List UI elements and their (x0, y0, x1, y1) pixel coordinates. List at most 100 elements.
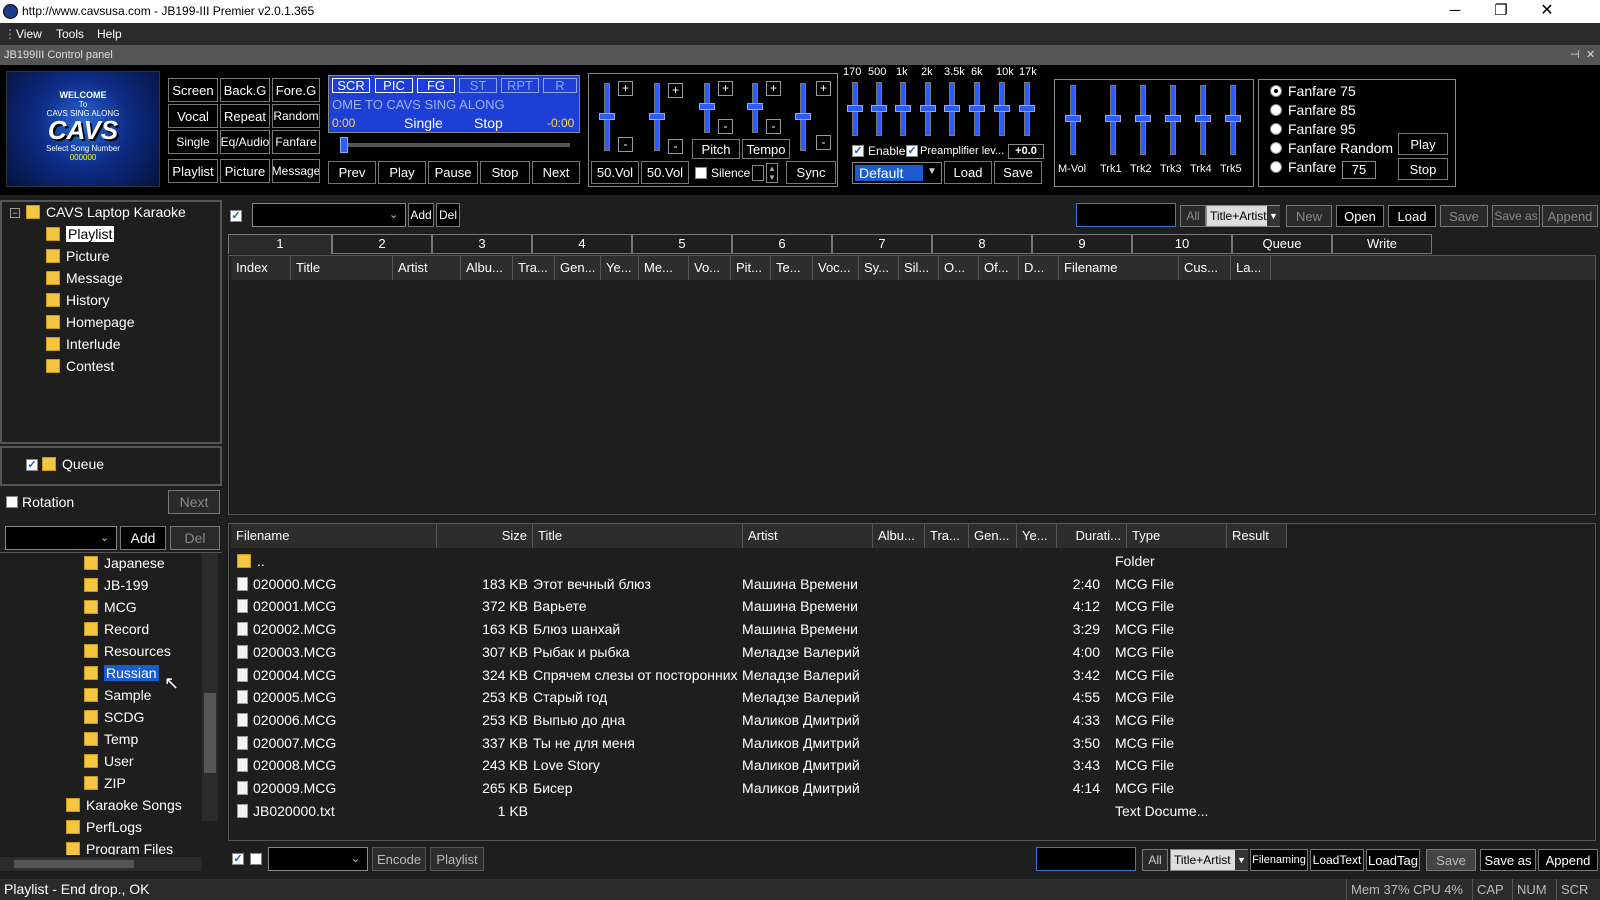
folder-perflogs[interactable]: PerfLogs (66, 819, 142, 835)
vol2-minus[interactable]: - (668, 139, 683, 154)
tree-root[interactable]: CAVS Laptop Karaoke (26, 204, 186, 220)
message-button[interactable]: Message (272, 159, 320, 183)
mixer-knob[interactable] (1225, 115, 1241, 122)
vol1-plus[interactable]: + (618, 81, 633, 96)
playlist-column-header[interactable]: Index (231, 256, 291, 280)
playlist-sort-select[interactable]: Title+Artist ▼ (1206, 205, 1280, 227)
eq-band-knob[interactable] (969, 105, 985, 112)
foreg-button[interactable]: Fore.G (272, 78, 320, 102)
playlist-tab-write[interactable]: Write (1332, 234, 1432, 254)
file-row[interactable]: 020008.MCG 243 KB Love Story Маликов Дмитри… (231, 754, 1291, 776)
playlist-del-button[interactable]: Del (436, 203, 460, 227)
playlist-column-header[interactable]: Tra... (513, 256, 555, 280)
vol2-knob[interactable] (649, 113, 665, 120)
folder-hscrollbar[interactable] (0, 857, 202, 871)
mixer-knob[interactable] (1165, 115, 1181, 122)
playlist-column-header[interactable]: Cus... (1179, 256, 1231, 280)
menu-tools[interactable]: Tools (56, 27, 84, 41)
eq-band-knob[interactable] (920, 105, 936, 112)
tree-item-contest[interactable]: Contest (46, 358, 114, 374)
playlist-tab-10[interactable]: 10 (1132, 234, 1232, 254)
silence-checkbox[interactable] (695, 167, 707, 179)
playlist-column-header[interactable]: Title (291, 256, 393, 280)
eq-load-button[interactable]: Load (944, 161, 992, 184)
tag-rpt[interactable]: RPT (501, 78, 539, 93)
playlist-save-button[interactable]: Save (1440, 205, 1488, 227)
fanfare-75-radio[interactable] (1270, 85, 1282, 97)
playlist-tab-6[interactable]: 6 (732, 234, 832, 254)
pause-button[interactable]: Pause (428, 161, 478, 184)
file-append-button[interactable]: Append (1538, 849, 1598, 871)
file-sort-select[interactable]: Title+Artist ▼ (1170, 849, 1248, 871)
playlist-search-input[interactable] (1076, 203, 1176, 227)
tag-st[interactable]: ST (459, 78, 497, 93)
playlist-column-header[interactable]: Vo... (689, 256, 731, 280)
folder-zip[interactable]: ZIP (84, 775, 126, 791)
mixer-knob[interactable] (1195, 115, 1211, 122)
backg-button[interactable]: Back.G (220, 78, 270, 102)
playlist-column-header[interactable]: Te... (771, 256, 813, 280)
tag-fg[interactable]: FG (417, 78, 455, 93)
fanfare-stop-button[interactable]: Stop (1398, 158, 1448, 180)
playlist-column-header[interactable]: La... (1231, 256, 1271, 280)
eq-band-knob[interactable] (895, 105, 911, 112)
fanfare-95-radio[interactable] (1270, 123, 1282, 135)
prev-button[interactable]: Prev (328, 161, 376, 184)
playlist-column-header[interactable]: O... (939, 256, 979, 280)
mixer-knob[interactable] (1135, 115, 1151, 122)
file-row[interactable]: 020007.MCG 337 KB Ты не для меня Маликов Дм… (231, 732, 1291, 754)
bottom-playlist-button[interactable]: Playlist (430, 847, 484, 871)
folder-resources[interactable]: Resources (84, 643, 171, 659)
file-row[interactable]: 020003.MCG 307 KB Рыбак и рыбка Меладзе Вал… (231, 641, 1291, 663)
playlist-all-button[interactable]: All (1180, 205, 1206, 227)
folder-japanese[interactable]: Japanese (84, 555, 165, 571)
sync-button[interactable]: Sync (786, 161, 836, 184)
vocal-button[interactable]: Vocal (168, 104, 218, 128)
single-button[interactable]: Single (168, 130, 218, 154)
folder-sample[interactable]: Sample (84, 687, 151, 703)
tempo-knob[interactable] (747, 103, 763, 110)
tree-item-playlist[interactable]: Playlist (46, 226, 115, 242)
sync-plus[interactable]: + (816, 81, 831, 96)
next-button[interactable]: Next (532, 161, 580, 184)
playlist-tab-queue[interactable]: Queue (1232, 234, 1332, 254)
eq-band-knob[interactable] (871, 105, 887, 112)
eq-audio-button[interactable]: Eq/Audio (220, 130, 270, 154)
vol2-value[interactable]: 50.Vol (641, 161, 689, 184)
queue-item[interactable]: Queue (42, 456, 104, 472)
playlist-load-button[interactable]: Load (1388, 205, 1436, 227)
folder-vscrollbar[interactable] (202, 553, 218, 821)
folder-vscroll-thumb[interactable] (204, 693, 216, 773)
pin-icon[interactable]: ⊣ (1570, 48, 1580, 61)
sync-knob[interactable] (795, 113, 811, 120)
file-search-input[interactable] (1036, 847, 1136, 871)
file-row[interactable]: 020009.MCG 265 KB Бисер Маликов Дмитрий 4:14… (231, 777, 1291, 799)
file-row[interactable]: JB020000.txt 1 KB Text Docume... (231, 800, 1291, 822)
playlist-column-header[interactable]: Filename (1059, 256, 1179, 280)
playlist-column-header[interactable]: Sy... (859, 256, 899, 280)
folder-karaoke-songs[interactable]: Karaoke Songs (66, 797, 182, 813)
filenaming-button[interactable]: Filenaming (1250, 849, 1308, 871)
file-filter-combo[interactable]: ⌄ (268, 847, 368, 871)
vol1-minus[interactable]: - (618, 137, 633, 152)
playlist-open-button[interactable]: Open (1336, 205, 1384, 227)
loadtag-button[interactable]: LoadTag (1366, 849, 1420, 871)
playlist-new-button[interactable]: New (1286, 205, 1332, 227)
vol2-plus[interactable]: + (668, 83, 683, 98)
playlist-column-header[interactable]: D... (1019, 256, 1059, 280)
playlist-append-button[interactable]: Append (1542, 205, 1598, 227)
fanfare-value-input[interactable]: 75 (1342, 161, 1376, 179)
picture-button[interactable]: Picture (220, 159, 270, 183)
playlist-select-checkbox[interactable]: ✓ (230, 210, 242, 222)
file-all-button[interactable]: All (1142, 849, 1168, 871)
tempo-label-button[interactable]: Tempo (742, 139, 790, 159)
tree-item-history[interactable]: History (46, 292, 110, 308)
folder-russian[interactable]: Russian (84, 665, 159, 681)
playlist-column-header[interactable]: Sil... (899, 256, 939, 280)
eq-preset-select[interactable]: Default ▼ (852, 162, 942, 184)
eq-band-knob[interactable] (1019, 105, 1035, 112)
fanfare-button[interactable]: Fanfare (272, 130, 320, 154)
file-row[interactable]: 020002.MCG 163 KB Блюз шанхай Машина Времен… (231, 618, 1291, 640)
mixer-knob[interactable] (1065, 115, 1081, 122)
eq-band-knob[interactable] (994, 105, 1010, 112)
